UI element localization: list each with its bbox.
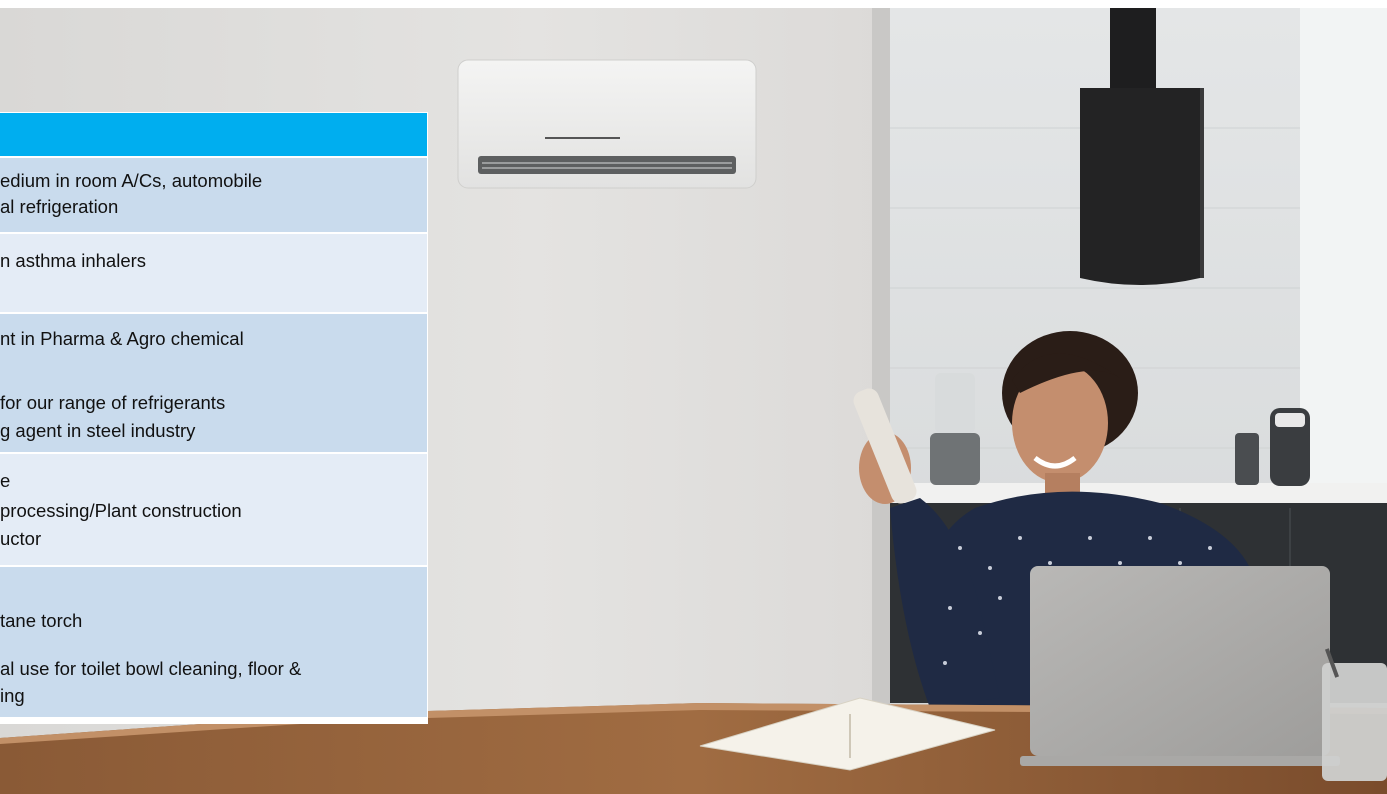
air-conditioner-illustration bbox=[457, 59, 757, 189]
row-text: al use for toilet bowl cleaning, floor & bbox=[0, 658, 302, 679]
row-text: ing bbox=[0, 685, 25, 706]
row-text: uctor bbox=[0, 528, 42, 549]
row-text: processing/Plant construction bbox=[0, 500, 242, 521]
row-text: nt in Pharma & Agro chemical bbox=[0, 328, 244, 349]
row-text: n asthma inhalers bbox=[0, 250, 147, 271]
table-header bbox=[0, 113, 427, 158]
table-row: tane torch al use for toilet bowl cleani… bbox=[0, 567, 427, 717]
row-text: tane torch bbox=[0, 610, 83, 631]
pen-cup-illustration bbox=[1322, 648, 1387, 781]
row-text: g agent in steel industry bbox=[0, 420, 196, 441]
row-text: for our range of refrigerants bbox=[0, 392, 226, 413]
applications-table: edium in room A/Cs, automobile al refrig… bbox=[0, 112, 428, 724]
blender-illustration bbox=[930, 373, 980, 485]
table-row: nt in Pharma & Agro chemical for our ran… bbox=[0, 314, 427, 454]
row-text: edium in room A/Cs, automobile bbox=[0, 170, 263, 191]
row-text: al refrigeration bbox=[0, 196, 119, 217]
row-text: e bbox=[0, 470, 11, 491]
laptop-illustration bbox=[1020, 566, 1340, 766]
table-row: edium in room A/Cs, automobile al refrig… bbox=[0, 158, 427, 234]
table-row: n asthma inhalers bbox=[0, 234, 427, 314]
table-row: e processing/Plant construction uctor bbox=[0, 454, 427, 567]
